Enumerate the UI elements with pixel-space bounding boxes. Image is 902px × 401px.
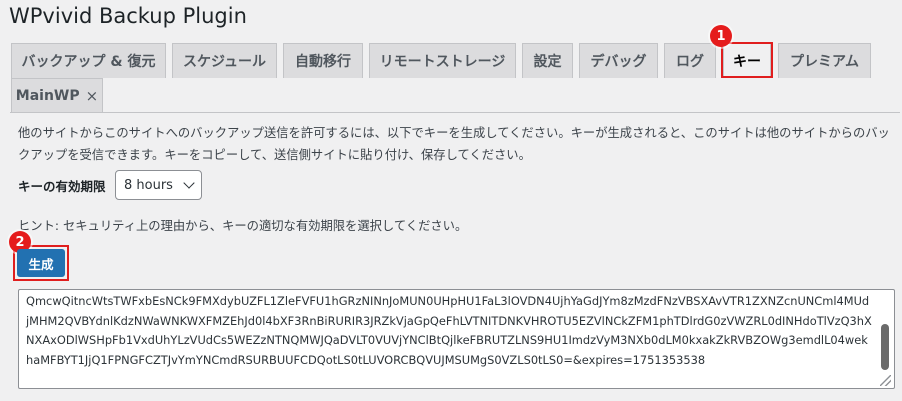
tab-label: スケジュール [182,54,267,70]
generate-button[interactable]: 生成 [17,249,65,277]
tabs-divider [10,112,900,113]
key-expiry-value: 8 hours [124,177,173,193]
tab-log[interactable]: ログ [664,43,716,78]
resize-grip-icon[interactable] [880,375,891,386]
tab-label: バックアップ & 復元 [21,54,156,70]
textarea-scrollbar-thumb[interactable] [881,324,889,370]
tab-label: キー [733,54,761,70]
tab-mainwp[interactable]: MainWP × [11,78,103,113]
tab-label: MainWP [15,88,80,104]
tab-label: デバッグ [590,54,647,70]
tab-label: ログ [676,54,704,70]
expiry-hint: ヒント: セキュリティ上の理由から、キーの適切な有効期限を選択してください。 [18,219,468,233]
tab-premium[interactable]: プレミアム [778,43,871,78]
tab-key[interactable]: キー [723,43,771,78]
key-expiry-select[interactable]: 8 hours [115,170,202,200]
tab-label: 自動移行 [295,54,351,70]
tab-auto-migration[interactable]: 自動移行 [283,43,363,78]
tab-label: リモートストレージ [379,54,506,70]
page-title: WPvivid Backup Plugin [9,4,247,28]
key-textarea[interactable]: QmcwQitncWtsTWFxbEsNCk9FMXdybUZFL1ZleFVF… [18,289,895,389]
tab-backup-restore[interactable]: バックアップ & 復元 [11,43,166,78]
chevron-down-icon [183,177,195,189]
tab-schedule[interactable]: スケジュール [172,43,277,78]
tab-label: 設定 [533,54,562,70]
tab-remote-storage[interactable]: リモートストレージ [369,43,516,78]
step-marker-1: 1 [710,25,732,47]
tab-debug[interactable]: デバッグ [579,43,658,78]
key-description: 他のサイトからこのサイトへのバックアップ送信を許可するには、以下でキーを生成して… [18,126,890,162]
tab-label: プレミアム [789,54,860,70]
tab-settings[interactable]: 設定 [522,43,573,78]
close-icon[interactable]: × [86,87,99,105]
key-expiry-label: キーの有効期限 [18,179,106,194]
